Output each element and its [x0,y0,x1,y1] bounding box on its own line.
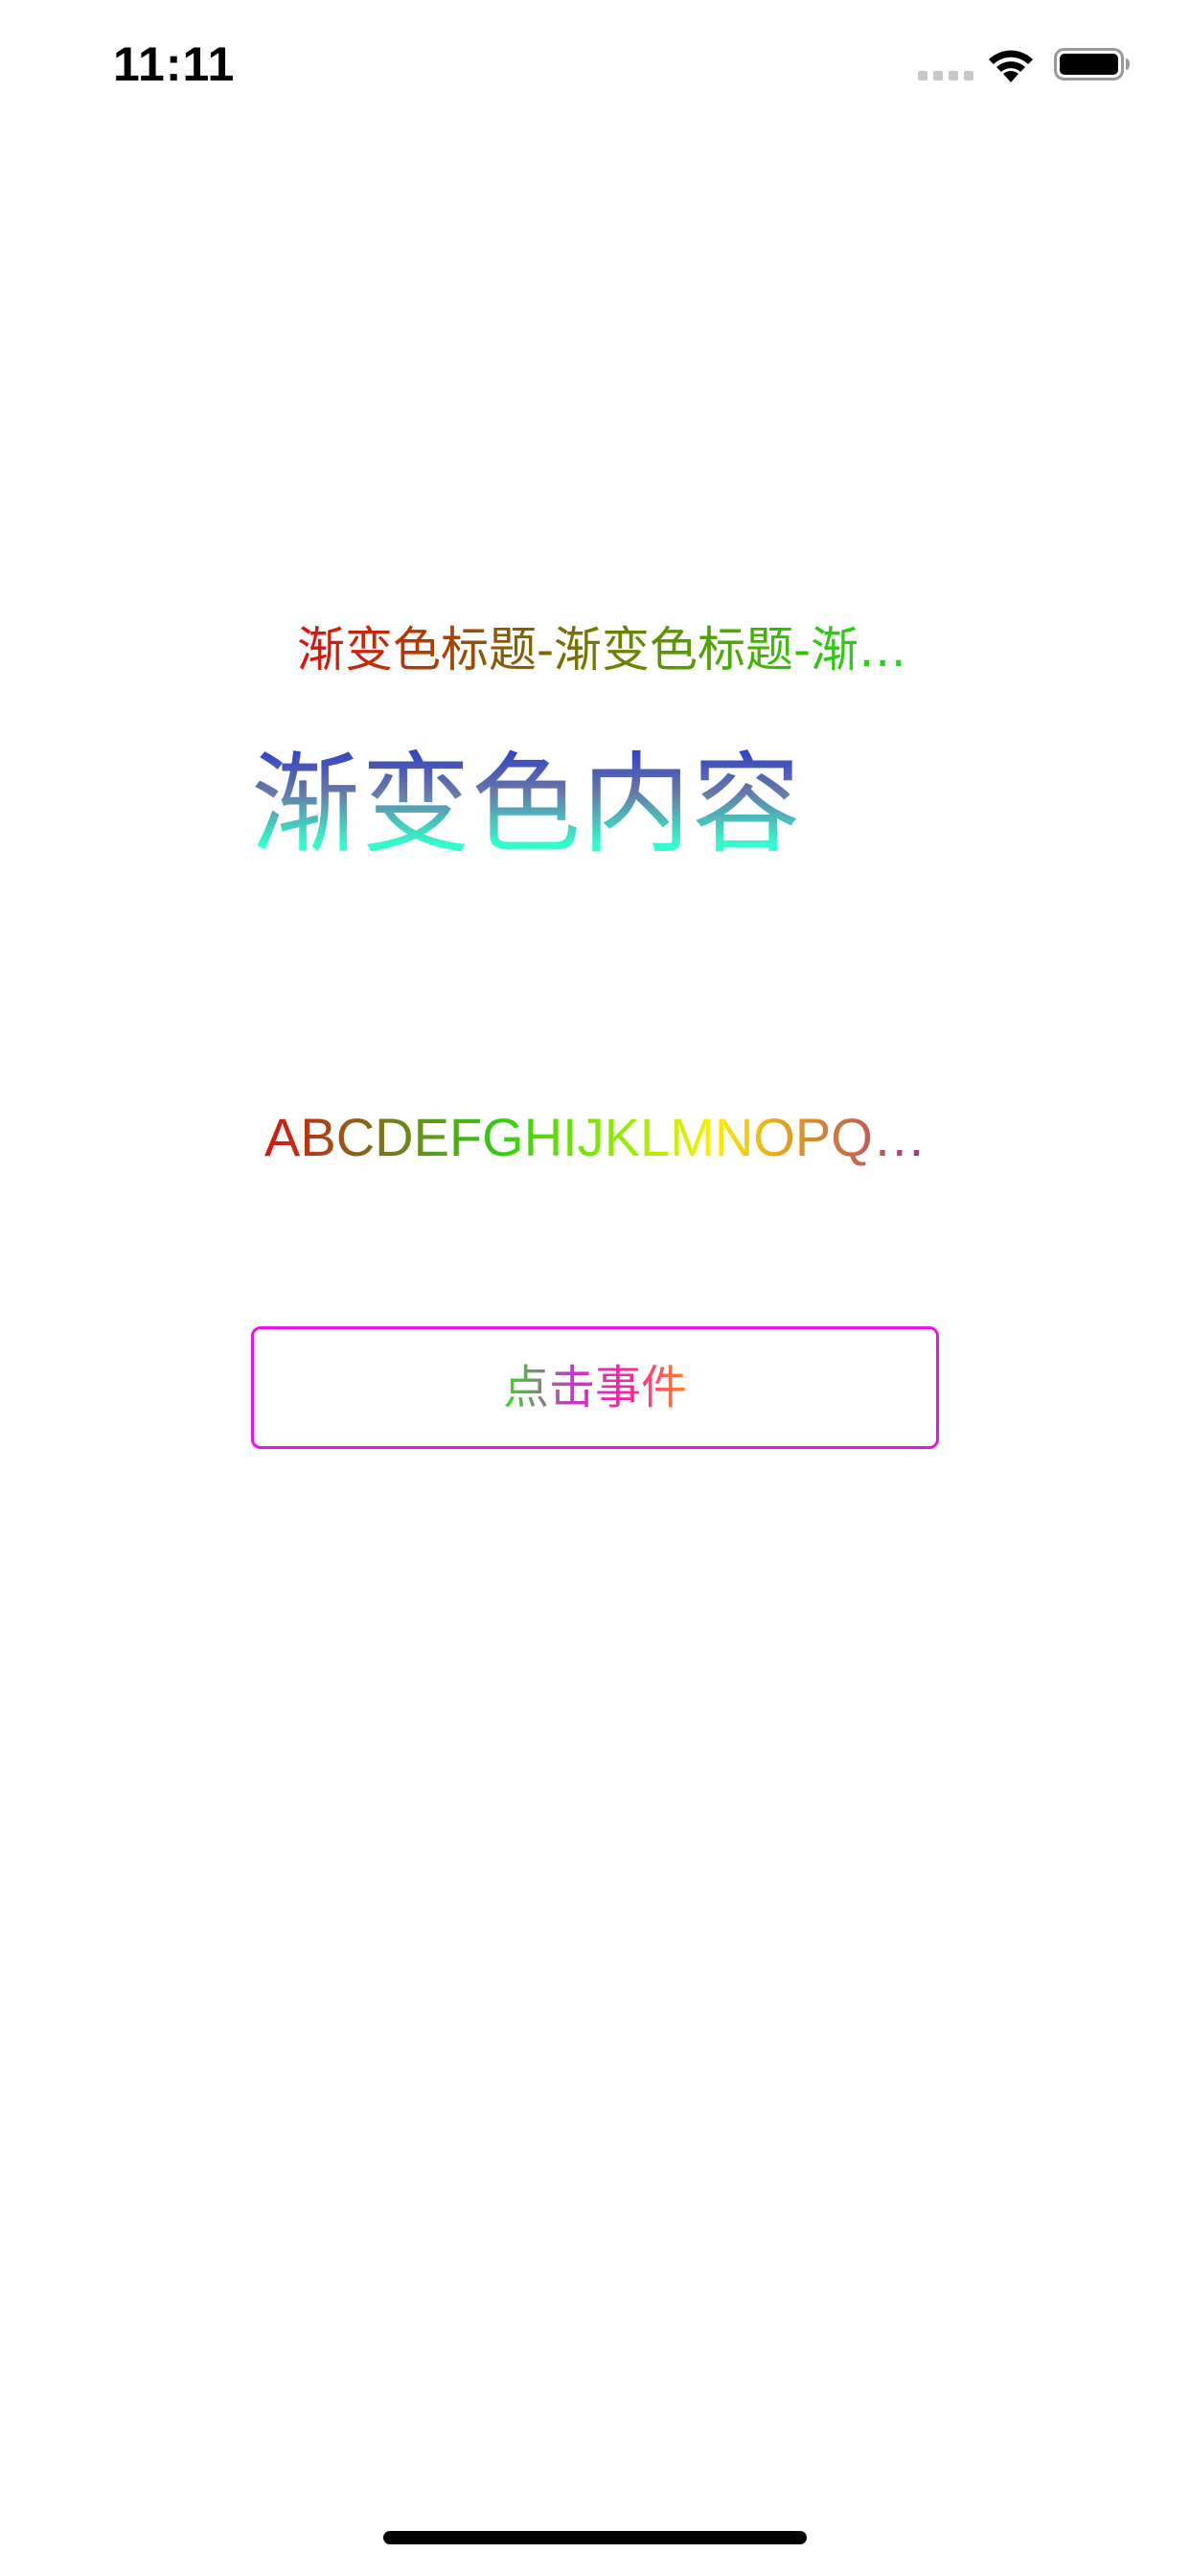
wifi-icon [989,50,1033,82]
gradient-alphabet-label: ABCDEFGHIJKLMNOPQ… [264,1104,927,1171]
gradient-content-label: 渐变色内容 [251,738,802,872]
status-bar: 11:11 [0,0,1190,126]
home-indicator[interactable] [383,2531,807,2544]
cellular-signal-icon [918,71,973,80]
battery-icon [1054,48,1130,80]
gradient-title-label: 渐变色标题-渐变色标题-渐… [297,616,906,683]
status-time: 11:11 [113,37,236,91]
click-event-button[interactable]: 点击事件 [251,1326,939,1449]
click-event-button-label: 点击事件 [502,1361,687,1414]
